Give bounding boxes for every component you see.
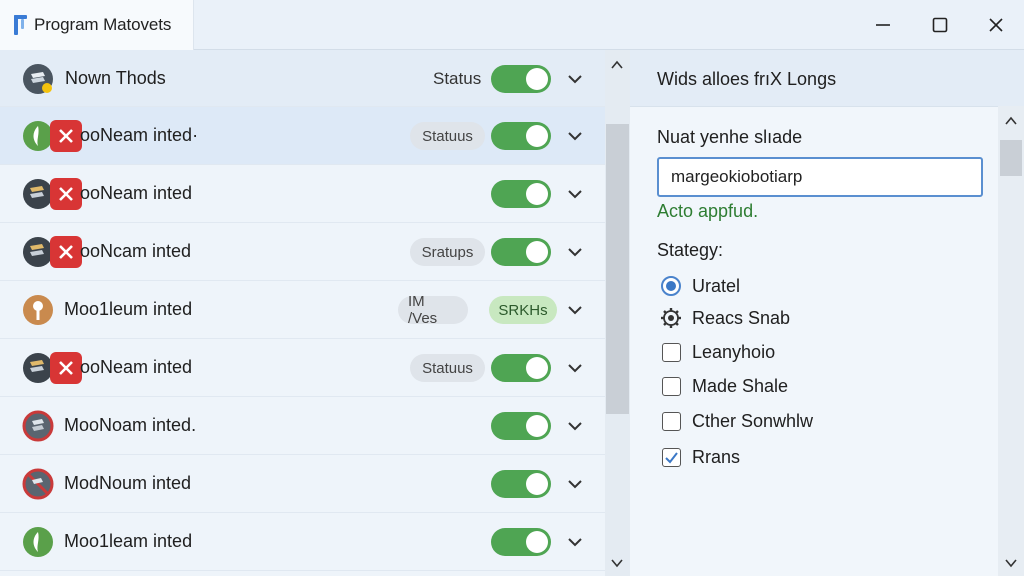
- maximize-icon: [932, 17, 948, 33]
- detail-scrollbar[interactable]: [998, 106, 1024, 576]
- status-badge-green: SRKHs: [489, 296, 557, 324]
- list-item[interactable]: ModNoum inted: [0, 455, 605, 513]
- list-item[interactable]: ooNeam inted· Statuus: [0, 107, 605, 165]
- chevron-down-icon[interactable]: [566, 186, 584, 202]
- chevron-down-icon[interactable]: [566, 128, 584, 144]
- scroll-up-icon[interactable]: [611, 60, 623, 70]
- list-item-name: ooNeam inted: [80, 357, 193, 377]
- app-logo-icon: [12, 13, 30, 37]
- red-ring-icon: [22, 410, 54, 442]
- checkbox-unchecked-icon[interactable]: [661, 342, 681, 362]
- orange-pin-icon: [23, 295, 53, 325]
- chevron-down-icon[interactable]: [566, 476, 584, 492]
- scroll-down-icon[interactable]: [611, 558, 623, 568]
- item-toggle[interactable]: [491, 528, 551, 556]
- detail-scrollbar-thumb[interactable]: [1000, 140, 1022, 176]
- list-item-name: Moo1leam inted: [64, 531, 193, 551]
- list-item-name: ooNeam inted: [80, 183, 193, 203]
- window-title-tab[interactable]: Program Matovets: [0, 0, 194, 50]
- close-button[interactable]: [968, 0, 1024, 50]
- minimize-button[interactable]: [855, 0, 911, 50]
- field-label: Nuat yenhe slıade: [657, 127, 803, 147]
- list-item-name: MooNoam inted.: [64, 415, 197, 435]
- error-badge-icon: [50, 120, 82, 152]
- minimize-icon: [876, 24, 890, 26]
- title-bar: Program Matovets: [0, 0, 1024, 50]
- close-icon: [989, 18, 1003, 32]
- item-toggle[interactable]: [491, 238, 551, 266]
- item-toggle[interactable]: [491, 412, 551, 440]
- checkbox-unchecked-icon[interactable]: [661, 411, 681, 431]
- chevron-down-icon[interactable]: [566, 302, 584, 318]
- item-toggle[interactable]: [491, 354, 551, 382]
- strategy-label: Stategy:: [657, 240, 724, 260]
- name-input[interactable]: [657, 157, 983, 197]
- list-item[interactable]: MooNoam inted.: [0, 397, 605, 455]
- checkbox-checked-icon[interactable]: [661, 447, 681, 467]
- list-header-name: Nown Thods: [65, 68, 166, 88]
- status-badge: Statuus: [410, 354, 485, 382]
- option-radio-uratel[interactable]: Uratel: [660, 273, 740, 299]
- window-title: Program Matovets: [34, 15, 172, 34]
- item-toggle[interactable]: [491, 470, 551, 498]
- option-checkbox-rrans[interactable]: Rrans: [660, 444, 740, 470]
- list-item[interactable]: ooNeam inted: [0, 165, 605, 223]
- red-ring-blocked-icon: [22, 468, 54, 500]
- success-message: Acto appfud.: [657, 201, 759, 221]
- checkbox-unchecked-icon[interactable]: [661, 376, 681, 396]
- list-item-name: ModNoum inted: [64, 473, 192, 493]
- option-label: Made Shale: [692, 375, 789, 396]
- list-item[interactable]: Moo1leum inted IM /Ves SRKHs: [0, 281, 605, 339]
- list-header-row[interactable]: Nown Thods Status: [0, 50, 605, 107]
- status-column-label: Status: [433, 69, 482, 88]
- list-scrollbar-thumb[interactable]: [606, 124, 629, 414]
- chevron-down-icon[interactable]: [566, 244, 584, 260]
- error-badge-icon: [50, 178, 82, 210]
- list-item[interactable]: ooNeam inted Statuus: [0, 339, 605, 397]
- option-checkbox-cther-sonwhlw[interactable]: Cther Sonwhlw: [660, 408, 813, 434]
- list-item-name: Moo1leum inted: [64, 299, 193, 319]
- option-label: Uratel: [692, 275, 741, 296]
- option-reacs-snab[interactable]: Reacs Snab: [660, 305, 790, 331]
- chevron-down-icon[interactable]: [566, 360, 584, 376]
- chevron-down-icon[interactable]: [566, 534, 584, 550]
- list-item[interactable]: ooNcam inted Sratups: [0, 223, 605, 281]
- green-leaf-icon: [23, 527, 53, 557]
- scroll-up-icon[interactable]: [1005, 116, 1017, 126]
- chevron-down-icon[interactable]: [566, 418, 584, 434]
- status-badge: IM /Ves: [398, 293, 468, 327]
- list-item-name: ooNcam inted: [80, 241, 192, 261]
- option-checkbox-leanyhoio[interactable]: Leanyhoio: [660, 339, 775, 365]
- detail-header: Wids alloes frıX Longs: [630, 50, 1024, 107]
- item-toggle[interactable]: [491, 122, 551, 150]
- gear-icon[interactable]: [660, 307, 682, 329]
- status-badge: Sratups: [410, 238, 485, 266]
- item-list: Nown Thods Status ooNeam inted· Statuus …: [0, 50, 605, 576]
- option-label: Leanyhoio: [692, 341, 776, 362]
- status-badge: Statuus: [410, 122, 485, 150]
- scroll-down-icon[interactable]: [1005, 558, 1017, 568]
- option-checkbox-made-shale[interactable]: Made Shale: [660, 373, 788, 399]
- error-badge-icon: [50, 236, 82, 268]
- list-scrollbar[interactable]: [605, 50, 630, 576]
- header-toggle[interactable]: [491, 65, 551, 93]
- error-badge-icon: [50, 352, 82, 384]
- maximize-button[interactable]: [912, 0, 968, 50]
- option-label: Rrans: [692, 446, 741, 467]
- detail-panel: Wids alloes frıX Longs Nuat yenhe slıade…: [630, 50, 1024, 576]
- stack-user-icon: [23, 64, 53, 94]
- option-label: Cther Sonwhlw: [692, 410, 814, 431]
- list-item[interactable]: Moo1leam inted: [0, 513, 605, 571]
- option-label: Reacs Snab: [692, 307, 791, 328]
- detail-title: Wids alloes frıX Longs: [657, 69, 837, 89]
- item-toggle[interactable]: [491, 180, 551, 208]
- radio-selected-icon[interactable]: [661, 276, 681, 296]
- list-item-name: ooNeam inted·: [80, 125, 199, 145]
- chevron-down-icon[interactable]: [566, 71, 584, 87]
